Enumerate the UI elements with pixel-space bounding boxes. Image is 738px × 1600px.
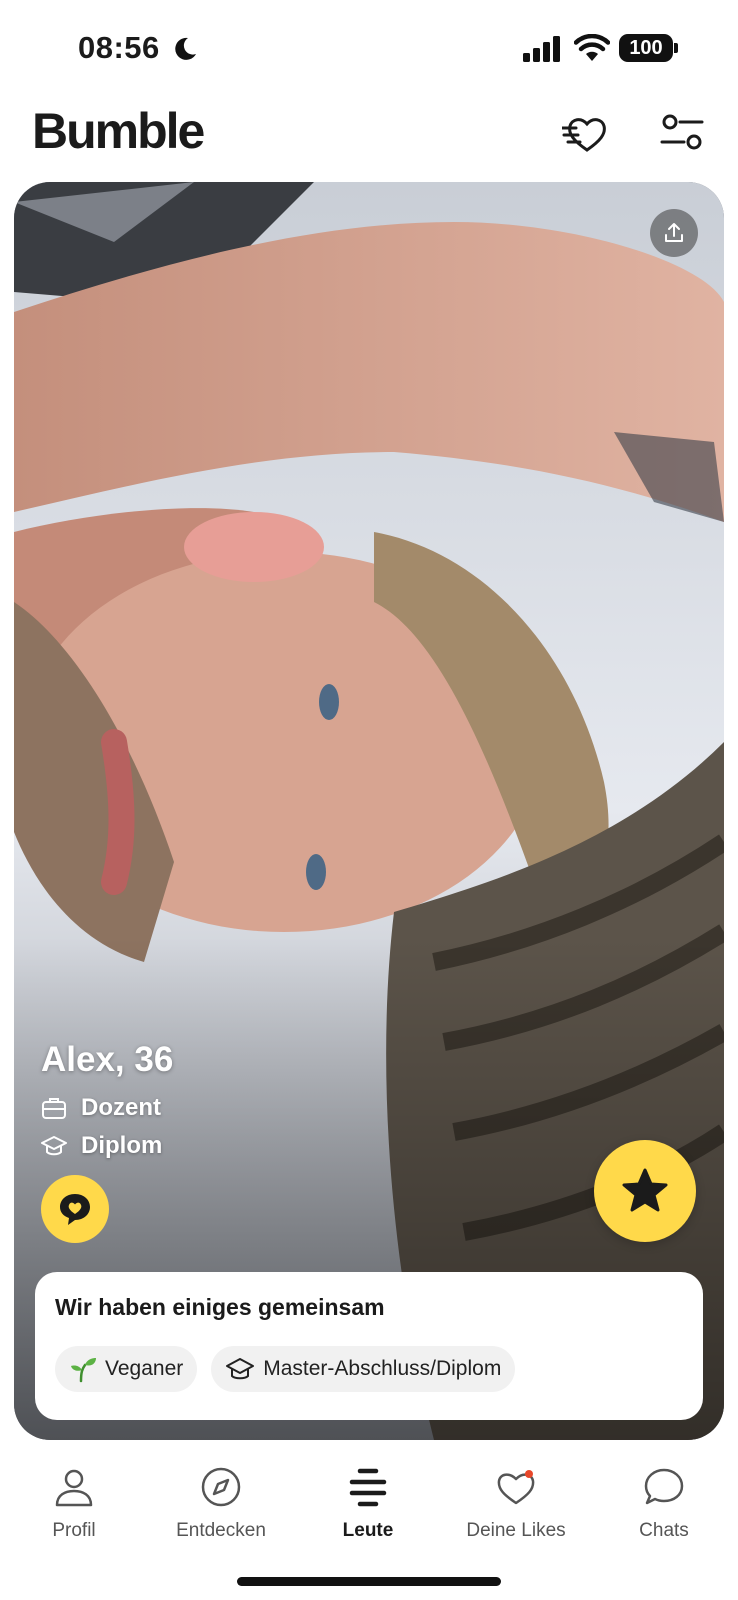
person-icon	[55, 1469, 93, 1507]
nav-item-profil[interactable]: Profil	[4, 1462, 144, 1542]
nav-item-deine-likes[interactable]: Deine Likes	[446, 1462, 586, 1542]
nav-label: Deine Likes	[466, 1520, 566, 1541]
profile-photo-illustration	[14, 182, 724, 1440]
status-time: 08:56	[78, 30, 160, 65]
profile-job-label: Dozent	[81, 1094, 161, 1121]
share-button[interactable]	[650, 209, 698, 257]
filter-sliders-icon	[660, 114, 704, 150]
graduation-cap-icon	[226, 1358, 255, 1380]
profile-card[interactable]: Alex, 36 Dozent Diplom Wir haben einiges…	[14, 182, 724, 1440]
chip-master-abschluss: Master-Abschluss/Diplom	[211, 1346, 516, 1392]
profile-education: Diplom	[41, 1132, 162, 1160]
profile-job: Dozent	[41, 1094, 161, 1122]
people-stack-icon	[349, 1468, 387, 1507]
sprout-icon	[71, 1358, 96, 1383]
profile-name-age: Alex, 36	[41, 1040, 174, 1079]
cellular-signal-icon	[523, 36, 560, 62]
nav-label: Entdecken	[176, 1520, 266, 1541]
profile-education-label: Diplom	[81, 1132, 163, 1159]
battery-indicator: 100	[619, 34, 673, 62]
share-icon	[665, 223, 683, 242]
star-icon	[622, 1168, 668, 1212]
home-indicator[interactable]	[237, 1577, 501, 1586]
profile-photo[interactable]	[14, 182, 724, 1440]
nav-item-entdecken[interactable]: Entdecken	[151, 1462, 291, 1542]
app-logo: Bumble	[32, 103, 205, 159]
bottom-navigation: Profil Entdecken Leute Deine Likes Chats	[0, 1450, 738, 1560]
chip-label: Veganer	[105, 1357, 184, 1380]
superswipe-button[interactable]	[594, 1140, 696, 1242]
heart-chat-bubble-icon	[60, 1194, 90, 1225]
compliment-button[interactable]	[41, 1175, 109, 1243]
graduation-cap-icon	[41, 1136, 67, 1156]
filter-button[interactable]	[658, 108, 708, 158]
moon-icon	[175, 37, 196, 60]
common-interests-title: Wir haben einiges gemeinsam	[55, 1294, 385, 1320]
wifi-icon	[574, 34, 610, 61]
compass-icon	[201, 1467, 241, 1507]
briefcase-icon	[42, 1098, 66, 1119]
notification-dot	[525, 1470, 533, 1478]
heart-speed-icon	[560, 118, 606, 152]
common-interests-chips: Veganer Master-Abschluss/Diplom	[55, 1346, 683, 1392]
nav-label: Profil	[52, 1520, 96, 1541]
chat-bubble-icon	[644, 1468, 684, 1505]
battery-nub	[674, 43, 678, 53]
status-bar: 08:56 100	[0, 0, 738, 100]
app-header: Bumble	[0, 100, 738, 180]
common-interests-box: Wir haben einiges gemeinsam Veganer Mast…	[35, 1272, 703, 1420]
chip-label: Master-Abschluss/Diplom	[263, 1357, 502, 1380]
nav-item-chats[interactable]: Chats	[594, 1462, 734, 1542]
chip-veganer: Veganer	[55, 1346, 198, 1392]
nav-item-leute[interactable]: Leute	[298, 1462, 438, 1542]
nav-label: Leute	[342, 1520, 394, 1541]
heart-speed-button[interactable]	[560, 108, 612, 158]
nav-label: Chats	[639, 1520, 689, 1541]
